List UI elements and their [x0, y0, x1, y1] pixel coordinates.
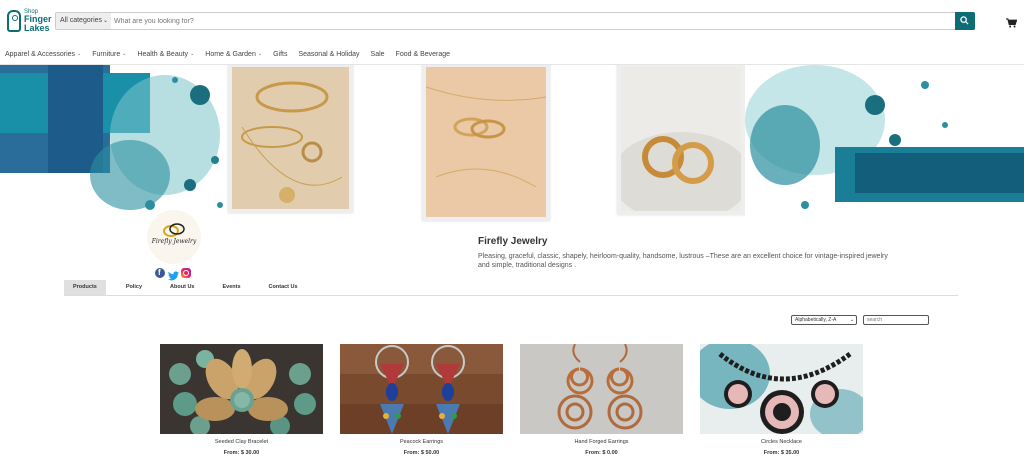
teal-paint-right [745, 65, 1024, 223]
search-button[interactable] [955, 12, 975, 30]
category-select[interactable]: All categories ⌄ [56, 13, 111, 29]
product-card[interactable]: Circles Necklace From: $ 35.00 [700, 344, 863, 456]
store-banner [0, 65, 1024, 223]
chevron-down-icon: ⌄ [257, 51, 263, 57]
nav-item-label: Sale [370, 50, 385, 58]
search-input[interactable] [114, 13, 954, 29]
product-card[interactable]: Hand Forged Earrings From: $ 0.00 [520, 344, 683, 456]
search-icon [960, 16, 969, 25]
header: Shop Finger Lakes All categories ⌄ [0, 0, 1024, 44]
product-price: From: $ 30.00 [223, 450, 260, 456]
instagram-icon[interactable] [181, 268, 191, 278]
tab-products[interactable]: Products [64, 280, 106, 295]
tab-contact-us[interactable]: Contact Us [261, 280, 306, 295]
product-name[interactable]: Seeded Clay Bracelet [160, 439, 323, 445]
logo-line-3: Lakes [24, 23, 50, 33]
facebook-icon[interactable]: f [155, 268, 165, 278]
tabs-divider [64, 295, 958, 296]
banner-photo-hoops [617, 65, 745, 215]
product-price: From: $ 0.00 [585, 450, 618, 456]
category-select-label: All categories [60, 17, 103, 24]
rings-icon [163, 223, 185, 237]
product-image[interactable] [700, 344, 863, 434]
site-logo[interactable]: Shop Finger Lakes [7, 8, 52, 36]
tab-events[interactable]: Events [215, 280, 249, 295]
nav-item-sale[interactable]: Sale [371, 48, 385, 60]
tab-policy[interactable]: Policy [118, 280, 150, 295]
product-name[interactable]: Hand Forged Earrings [520, 439, 683, 445]
product-name[interactable]: Peacock Earrings [340, 439, 503, 445]
nav-item-label: Apparel & Accessories [5, 50, 76, 58]
search-bar: All categories ⌄ [55, 12, 975, 30]
twitter-icon[interactable] [168, 268, 179, 281]
nav-item-label: Food & Beverage [395, 50, 451, 58]
nav-item-food-beverage[interactable]: Food & Beverage [396, 48, 450, 60]
nav-item-seasonal-holiday[interactable]: Seasonal & Holiday [298, 48, 359, 60]
store-logo-text: Firefly Jewelry [151, 238, 197, 245]
store-title: Firefly Jewelry [478, 236, 548, 247]
product-price: From: $ 35.00 [763, 450, 800, 456]
nav-item-label: Seasonal & Holiday [298, 50, 360, 58]
product-image[interactable] [340, 344, 503, 434]
nav-item-health-beauty[interactable]: Health & Beauty ⌄ [137, 48, 194, 60]
nav-item-label: Furniture [92, 50, 121, 58]
product-card[interactable]: Seeded Clay Bracelet From: $ 30.00 [160, 344, 323, 456]
cart-button[interactable] [1006, 15, 1018, 33]
product-name[interactable]: Circles Necklace [700, 439, 863, 445]
teal-paint-left [0, 65, 240, 223]
store-tabs: Products Policy About Us Events Contact Us [64, 280, 318, 295]
banner-photo-rings [422, 65, 550, 221]
store-description: Pleasing, graceful, classic, shapely, he… [478, 253, 888, 269]
product-image[interactable] [160, 344, 323, 434]
nav-item-gifts[interactable]: Gifts [273, 48, 287, 60]
sort-select-label: Alphabetically, Z-A [795, 317, 837, 323]
main-nav: Apparel & Accessories ⌄ Furniture ⌄ Health &… [5, 48, 461, 60]
chevron-down-icon: ⌄ [849, 317, 854, 323]
chevron-down-icon: ⌄ [102, 18, 108, 24]
chevron-down-icon: ⌄ [77, 51, 82, 57]
social-links: f [155, 268, 191, 281]
product-card[interactable]: Peacock Earrings From: $ 50.00 [340, 344, 503, 456]
nav-item-label: Health & Beauty [137, 50, 189, 58]
cart-icon [1006, 18, 1018, 28]
nav-item-label: Home & Garden [205, 50, 256, 58]
tab-about-us[interactable]: About Us [162, 280, 202, 295]
sort-select[interactable]: Alphabetically, Z-A ⌄ [791, 315, 857, 325]
nav-item-home-garden[interactable]: Home & Garden ⌄ [205, 48, 262, 60]
store-avatar: Firefly Jewelry [147, 210, 201, 264]
product-price: From: $ 50.00 [403, 450, 440, 456]
product-image[interactable] [520, 344, 683, 434]
banner-photo-bracelets [228, 65, 353, 213]
tag-icon [7, 10, 21, 32]
store-search-input[interactable] [863, 315, 929, 325]
nav-item-label: Gifts [273, 50, 288, 58]
chevron-down-icon: ⌄ [190, 51, 195, 57]
nav-item-apparel-accessories[interactable]: Apparel & Accessories ⌄ [5, 48, 81, 60]
chevron-down-icon: ⌄ [122, 51, 127, 57]
nav-item-furniture[interactable]: Furniture ⌄ [92, 48, 126, 60]
